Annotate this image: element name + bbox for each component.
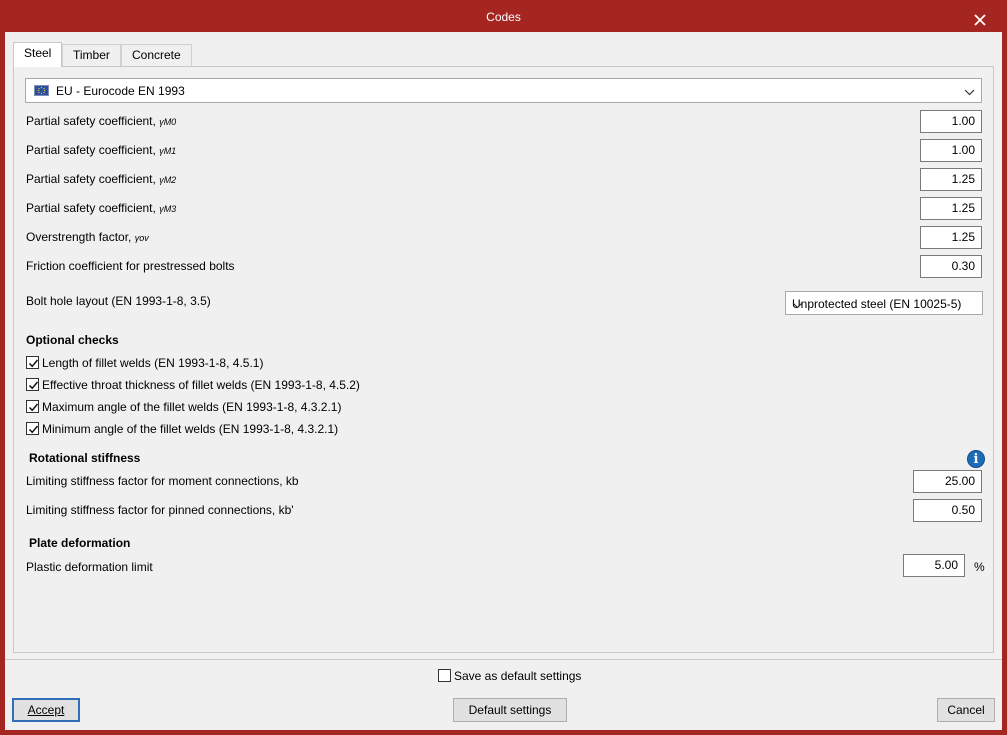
check-max-angle[interactable] bbox=[26, 400, 39, 413]
info-icon[interactable]: i bbox=[967, 450, 985, 468]
plate-deformation-title: Plate deformation bbox=[29, 536, 131, 550]
chevron-down-icon bbox=[792, 299, 803, 309]
bolt-hole-label: Bolt hole layout (EN 1993-1-8, 3.5) bbox=[26, 294, 211, 308]
dialog-body: Steel Timber Concrete EU - Eurocode EN 1… bbox=[5, 32, 1002, 730]
code-selector-value: EU - Eurocode EN 1993 bbox=[56, 84, 185, 98]
optional-checks-title: Optional checks bbox=[26, 333, 119, 347]
dialog-footer: Save as default settings Accept Default … bbox=[5, 659, 1002, 730]
friction-coef-input[interactable]: 0.30 bbox=[920, 255, 982, 278]
check-length-fillet-welds[interactable] bbox=[26, 356, 39, 369]
check-effective-throat-label: Effective throat thickness of fillet wel… bbox=[42, 378, 360, 392]
default-settings-button[interactable]: Default settings bbox=[453, 698, 567, 722]
bolt-hole-value: Unprotected steel (EN 10025-5) bbox=[792, 297, 962, 311]
code-selector[interactable]: EU - Eurocode EN 1993 bbox=[25, 78, 982, 103]
accept-button[interactable]: Accept bbox=[12, 698, 80, 722]
check-effective-throat[interactable] bbox=[26, 378, 39, 391]
check-max-angle-label: Maximum angle of the fillet welds (EN 19… bbox=[42, 400, 342, 414]
title-bar: Codes bbox=[0, 0, 1007, 32]
plastic-deformation-input[interactable]: 5.00 bbox=[903, 554, 965, 577]
coef-label-gamma-m2: Partial safety coefficient, γM2 bbox=[26, 172, 177, 186]
gamma-m0-input[interactable]: 1.00 bbox=[920, 110, 982, 133]
tab-steel[interactable]: Steel bbox=[13, 42, 63, 67]
tab-timber[interactable]: Timber bbox=[62, 44, 121, 66]
eu-flag-icon bbox=[34, 85, 49, 96]
bolt-hole-select[interactable]: Unprotected steel (EN 10025-5) bbox=[785, 291, 983, 315]
moment-stiffness-input[interactable]: 25.00 bbox=[913, 470, 982, 493]
gamma-m2-input[interactable]: 1.25 bbox=[920, 168, 982, 191]
chevron-down-icon bbox=[964, 86, 975, 96]
steel-panel: EU - Eurocode EN 1993 Partial safety coe… bbox=[13, 66, 994, 653]
save-default-checkbox[interactable] bbox=[438, 669, 451, 682]
pinned-stiffness-input[interactable]: 0.50 bbox=[913, 499, 982, 522]
friction-coef-label: Friction coefficient for prestressed bol… bbox=[26, 259, 235, 273]
coef-label-gamma-ov: Overstrength factor, γov bbox=[26, 230, 149, 244]
tab-concrete[interactable]: Concrete bbox=[121, 44, 192, 66]
check-length-fillet-welds-label: Length of fillet welds (EN 1993-1-8, 4.5… bbox=[42, 356, 264, 370]
coef-label-gamma-m3: Partial safety coefficient, γM3 bbox=[26, 201, 177, 215]
moment-stiffness-label: Limiting stiffness factor for moment con… bbox=[26, 474, 299, 488]
gamma-m3-input[interactable]: 1.25 bbox=[920, 197, 982, 220]
gamma-m1-input[interactable]: 1.00 bbox=[920, 139, 982, 162]
check-min-angle[interactable] bbox=[26, 422, 39, 435]
plastic-deformation-label: Plastic deformation limit bbox=[26, 560, 153, 574]
gamma-ov-input[interactable]: 1.25 bbox=[920, 226, 982, 249]
coef-label-gamma-m0: Partial safety coefficient, γM0 bbox=[26, 114, 177, 128]
window-title: Codes bbox=[486, 10, 521, 24]
check-min-angle-label: Minimum angle of the fillet welds (EN 19… bbox=[42, 422, 339, 436]
close-icon[interactable] bbox=[971, 8, 989, 26]
percent-unit: % bbox=[974, 560, 985, 574]
save-default-label: Save as default settings bbox=[454, 669, 582, 683]
cancel-button[interactable]: Cancel bbox=[937, 698, 995, 722]
coef-label-gamma-m1: Partial safety coefficient, γM1 bbox=[26, 143, 177, 157]
codes-dialog: Codes Steel Timber Concrete EU - Eurocod… bbox=[0, 0, 1007, 735]
pinned-stiffness-label: Limiting stiffness factor for pinned con… bbox=[26, 503, 294, 517]
rotational-stiffness-title: Rotational stiffness bbox=[29, 451, 141, 465]
